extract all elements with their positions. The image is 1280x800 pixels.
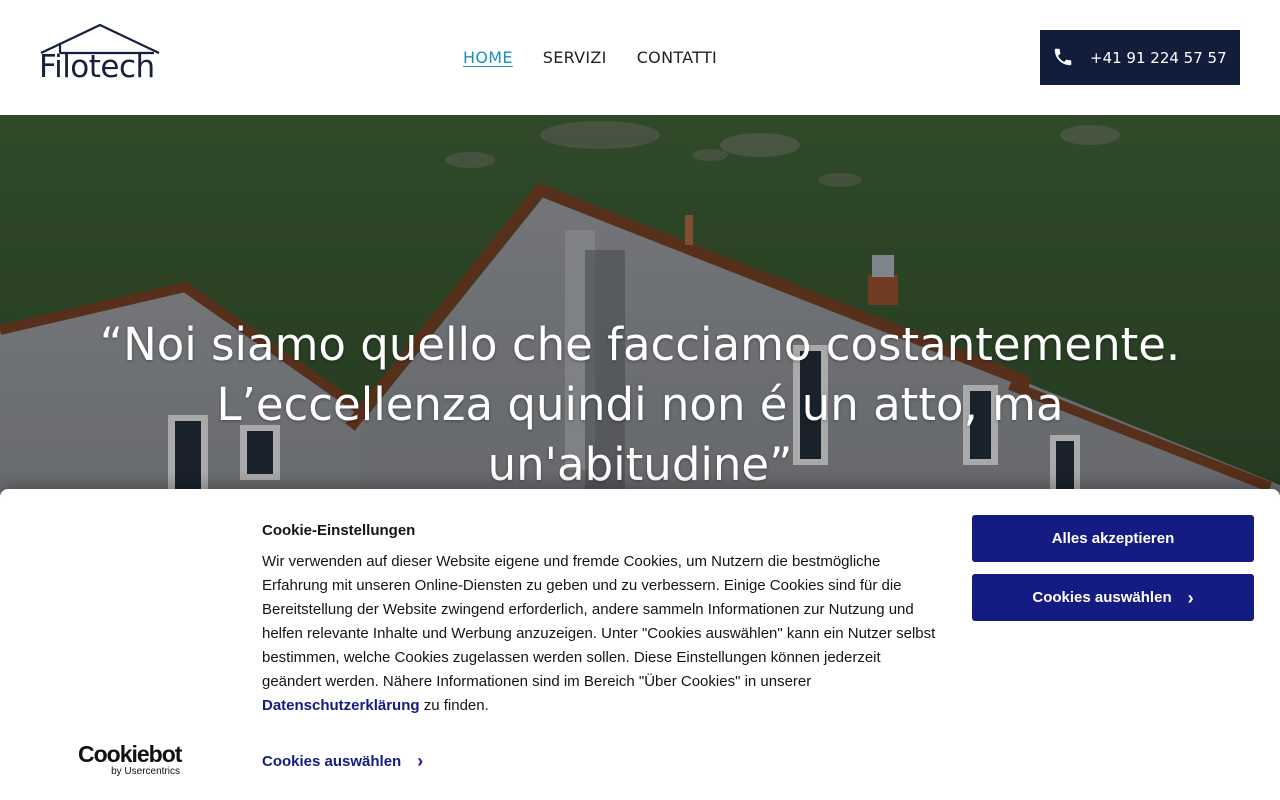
logo-text: Filotech [39,49,155,85]
cookie-body-suffix: zu finden. [419,697,489,714]
nav-contatti[interactable]: CONTATTI [637,48,717,67]
phone-button[interactable]: +41 91 224 57 57 [1040,30,1240,85]
cookiebot-brand-sub: by Usercentrics [111,766,180,777]
quote-line-1: “Noi siamo quello che facciamo costantem… [99,318,1181,371]
select-cookies-label: Cookies auswählen [1032,589,1172,606]
quote-line-3: un'abitudine” [487,438,793,491]
nav-servizi[interactable]: SERVIZI [543,48,607,67]
select-cookies-link[interactable]: Cookies auswählen › [262,751,423,772]
phone-number: +41 91 224 57 57 [1090,49,1227,67]
main-nav: HOME SERVIZI CONTATTI [463,48,717,67]
chevron-right-icon: › [417,751,424,771]
phone-icon [1054,48,1072,66]
cookiebot-brand: Cookiebot [78,741,182,767]
cookie-body-text: Wir verwenden auf dieser Website eigene … [262,553,936,690]
accept-all-button[interactable]: Alles akzeptieren [972,515,1254,562]
cookie-title: Cookie-Einstellungen [262,522,416,539]
filotech-logo[interactable]: Filotech [38,22,162,88]
nav-home[interactable]: HOME [463,48,513,67]
cookie-banner: Cookie-Einstellungen Wir verwenden auf d… [0,489,1280,800]
privacy-policy-link[interactable]: Datenschutzerklärung [262,697,420,714]
select-cookies-button[interactable]: Cookies auswählen › [972,574,1254,621]
site-header: Filotech HOME SERVIZI CONTATTI +41 91 22… [0,0,1280,115]
quote-line-2: L’eccellenza quindi non é un atto, ma [216,378,1064,431]
cookiebot-logo: Cookiebot by Usercentrics [78,741,188,778]
cookie-body: Wir verwenden auf dieser Website eigene … [262,550,942,718]
select-cookies-link-label: Cookies auswählen [262,753,402,770]
chevron-right-icon: › [1187,587,1194,608]
hero-quote: “Noi siamo quello che facciamo costantem… [60,315,1220,495]
